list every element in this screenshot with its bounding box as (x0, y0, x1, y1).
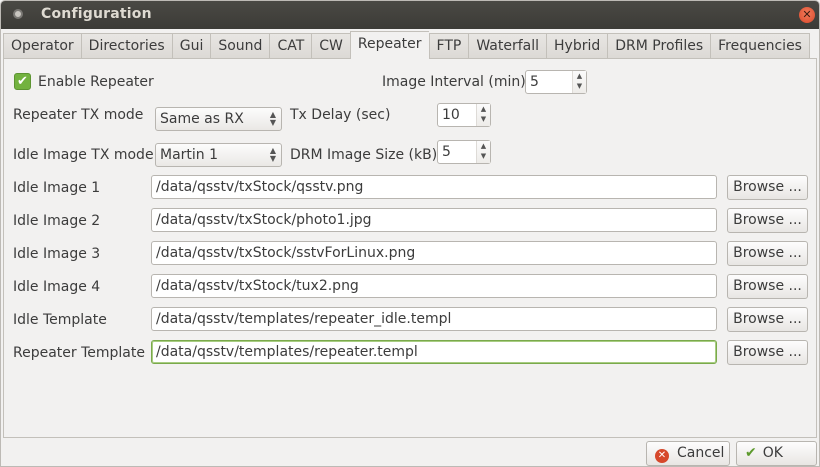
cancel-button[interactable]: ✕ Cancel (646, 441, 730, 466)
idle-image-2-label: Idle Image 2 (13, 213, 101, 229)
spin-arrows-icon[interactable]: ▲ ▼ (572, 71, 586, 93)
idle-image-2-input[interactable]: /data/qsstv/txStock/photo1.jpg (151, 208, 717, 232)
idle-image-1-label: Idle Image 1 (13, 180, 101, 196)
idle-image-1-browse-button[interactable]: Browse ... (727, 175, 808, 200)
idle-image-4-browse-button[interactable]: Browse ... (727, 274, 808, 299)
idle-image-3-browse-button[interactable]: Browse ... (727, 241, 808, 266)
tab-cw[interactable]: CW (311, 33, 350, 59)
window-menu-icon[interactable] (13, 9, 23, 19)
tab-gui[interactable]: Gui (171, 33, 211, 59)
combo-arrows-icon: ▲ ▼ (269, 110, 276, 127)
tab-drm-profiles[interactable]: DRM Profiles (607, 33, 711, 59)
drm-image-size-value: 5 (442, 144, 451, 160)
repeater-template-input[interactable]: /data/qsstv/templates/repeater.templ (151, 340, 717, 364)
image-interval-value: 5 (530, 74, 539, 90)
idle-image-tx-mode-label: Idle Image TX mode (13, 147, 154, 163)
tab-frequencies[interactable]: Frequencies (710, 33, 810, 59)
idle-image-3-input[interactable]: /data/qsstv/txStock/sstvForLinux.png (151, 241, 717, 265)
idle-image-1-input[interactable]: /data/qsstv/txStock/qsstv.png (151, 175, 717, 199)
combo-arrows-icon: ▲ ▼ (269, 146, 276, 163)
tab-directories[interactable]: Directories (80, 33, 172, 59)
tab-cat[interactable]: CAT (269, 33, 312, 59)
tab-waterfall[interactable]: Waterfall (468, 33, 547, 59)
idle-image-4-input[interactable]: /data/qsstv/txStock/tux2.png (151, 274, 717, 298)
repeater-tx-mode-value: Same as RX (160, 111, 244, 127)
idle-image-3-label: Idle Image 3 (13, 246, 101, 262)
tx-delay-value: 10 (442, 107, 460, 123)
checkmark-icon: ✔ (745, 445, 757, 461)
image-interval-spinbox[interactable]: 5 ▲ ▼ (525, 70, 587, 94)
tab-bar: Operator Directories Gui Sound CAT CW Re… (3, 31, 810, 59)
spin-arrows-icon[interactable]: ▲ ▼ (476, 104, 490, 126)
tab-repeater[interactable]: Repeater (349, 31, 429, 59)
tab-ftp[interactable]: FTP (428, 33, 469, 59)
idle-image-2-browse-button[interactable]: Browse ... (727, 208, 808, 233)
idle-image-tx-mode-select[interactable]: Martin 1 ▲ ▼ (155, 143, 282, 167)
cancel-icon: ✕ (655, 449, 669, 463)
cancel-button-label: Cancel (677, 445, 725, 461)
idle-image-tx-mode-value: Martin 1 (160, 147, 219, 163)
configuration-window: Configuration ✕ Operator Directories Gui… (0, 0, 820, 467)
tx-delay-label: Tx Delay (sec) (290, 107, 391, 123)
tab-hybrid[interactable]: Hybrid (546, 33, 608, 59)
repeater-tx-mode-select[interactable]: Same as RX ▲ ▼ (155, 107, 282, 131)
repeater-tx-mode-label: Repeater TX mode (13, 107, 144, 123)
repeater-template-browse-button[interactable]: Browse ... (727, 340, 808, 365)
idle-template-label: Idle Template (13, 312, 107, 328)
drm-image-size-label: DRM Image Size (kB) (290, 147, 438, 163)
tab-operator[interactable]: Operator (3, 33, 81, 59)
idle-image-4-label: Idle Image 4 (13, 279, 101, 295)
image-interval-label: Image Interval (min) (382, 74, 526, 90)
repeater-template-label: Repeater Template (13, 345, 145, 361)
enable-repeater-checkbox[interactable]: ✔ (14, 73, 31, 90)
enable-repeater-label: Enable Repeater (38, 74, 154, 90)
title-bar: Configuration ✕ (1, 1, 819, 29)
spin-arrows-icon[interactable]: ▲ ▼ (476, 141, 490, 163)
drm-image-size-spinbox[interactable]: 5 ▲ ▼ (437, 140, 491, 164)
idle-template-browse-button[interactable]: Browse ... (727, 307, 808, 332)
ok-button-label: OK (762, 445, 783, 461)
tx-delay-spinbox[interactable]: 10 ▲ ▼ (437, 103, 491, 127)
window-title: Configuration (41, 6, 152, 22)
ok-button[interactable]: ✔ OK (736, 441, 817, 466)
close-window-button[interactable]: ✕ (799, 7, 815, 23)
tab-sound[interactable]: Sound (210, 33, 270, 59)
idle-template-input[interactable]: /data/qsstv/templates/repeater_idle.temp… (151, 307, 717, 331)
